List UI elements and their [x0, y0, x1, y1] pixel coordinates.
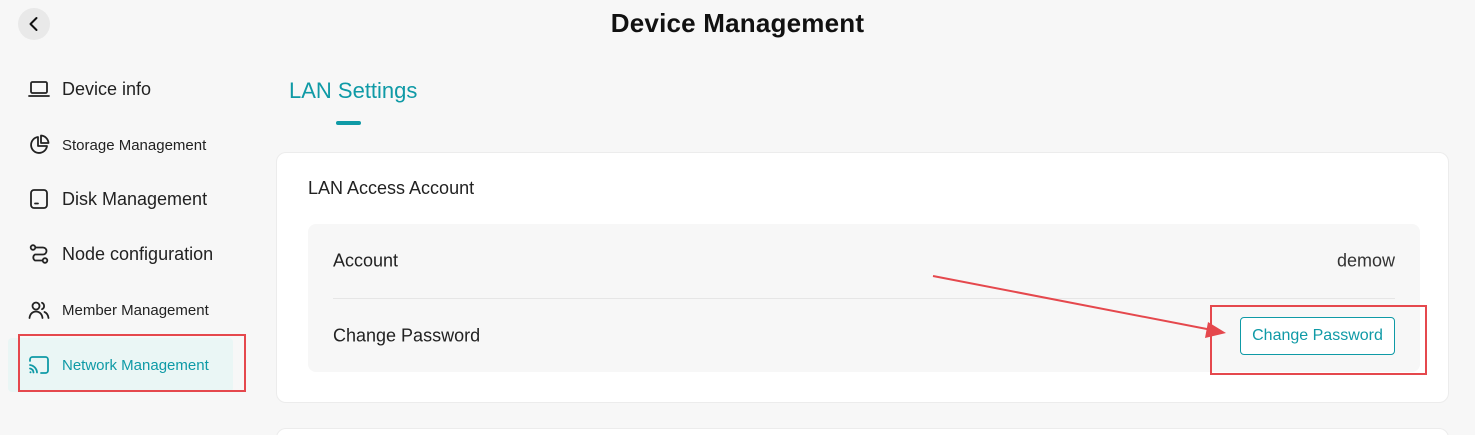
account-label: Account [333, 250, 399, 271]
next-card [276, 428, 1449, 435]
change-password-row: Change Password Change Password [333, 299, 1395, 373]
sidebar-item-label: Network Management [62, 356, 209, 374]
sidebar-item-member-management[interactable]: Member Management [8, 283, 233, 337]
tab-lan-settings[interactable]: LAN Settings [289, 78, 417, 104]
active-tab-indicator [336, 121, 361, 125]
users-icon [28, 299, 50, 321]
sidebar-item-label: Node configuration [62, 243, 214, 264]
disk-icon [28, 188, 50, 210]
sidebar-item-label: Storage Management [62, 136, 207, 154]
laptop-icon [28, 78, 50, 100]
sidebar-item-label: Device info [62, 78, 152, 99]
sidebar-item-label: Disk Management [62, 188, 208, 209]
sidebar-item-label: Member Management [62, 301, 209, 319]
change-password-label: Change Password [333, 325, 481, 346]
change-password-button[interactable]: Change Password [1240, 317, 1395, 355]
account-value: demow [1336, 250, 1395, 271]
lan-access-account-card: LAN Access Account Account demow Change … [276, 152, 1449, 403]
account-row: Account demow [333, 224, 1395, 298]
route-icon [28, 243, 50, 265]
sidebar-item-disk-management[interactable]: Disk Management [8, 172, 233, 226]
sidebar-item-network-management[interactable]: Network Management [8, 338, 233, 392]
sidebar-item-storage-management[interactable]: Storage Management [8, 118, 233, 172]
cast-icon [28, 354, 50, 376]
account-settings-panel: Account demow Change Password Change Pas… [308, 224, 1420, 372]
card-title: LAN Access Account [308, 178, 475, 198]
device-management-page: Device Management Device info Storage Ma… [0, 0, 1475, 435]
pie-chart-icon [28, 134, 50, 156]
sidebar-item-device-info[interactable]: Device info [8, 62, 233, 116]
sidebar-item-node-configuration[interactable]: Node configuration [8, 227, 233, 281]
page-title: Device Management [610, 8, 865, 38]
